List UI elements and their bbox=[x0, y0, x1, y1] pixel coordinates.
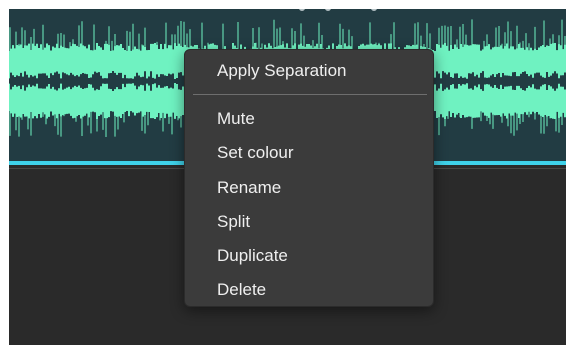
menu-item-rename[interactable]: Rename bbox=[185, 173, 433, 203]
menu-item-delete[interactable]: Delete bbox=[185, 275, 433, 305]
menu-item-mute[interactable]: Mute bbox=[185, 104, 433, 134]
context-menu: Apply Separation Mute Set colour Rename … bbox=[184, 49, 434, 307]
audio-editor-canvas: Apply Separation Mute Set colour Rename … bbox=[9, 9, 566, 345]
menu-item-apply-separation[interactable]: Apply Separation bbox=[185, 56, 433, 86]
menu-item-split[interactable]: Split bbox=[185, 207, 433, 237]
menu-divider bbox=[193, 94, 427, 95]
menu-item-duplicate[interactable]: Duplicate bbox=[185, 241, 433, 271]
menu-item-set-colour[interactable]: Set colour bbox=[185, 138, 433, 168]
